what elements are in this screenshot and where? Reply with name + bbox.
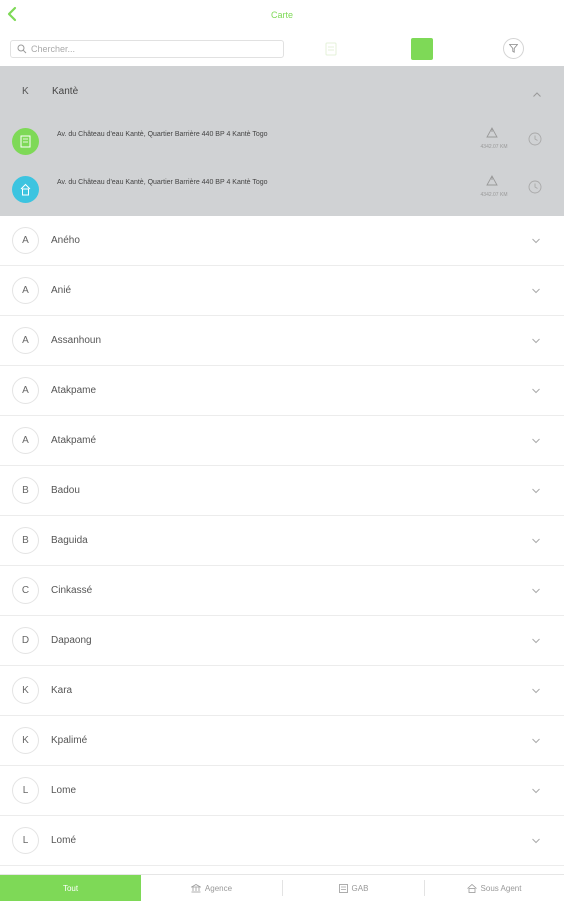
atm-icon	[338, 883, 348, 893]
city-name: Lome	[51, 785, 77, 796]
city-row[interactable]: C Cinkassé	[0, 566, 564, 616]
filter-button[interactable]	[503, 38, 524, 59]
city-name: Kara	[51, 685, 73, 696]
city-letter-badge: B	[12, 527, 39, 554]
tab-label: Tout	[62, 883, 79, 893]
city-row[interactable]: A Atakpamé	[0, 416, 564, 466]
city-row[interactable]: A Anié	[0, 266, 564, 316]
city-list: A Aného A Anié A Assanhoun A Atakpame A …	[0, 216, 564, 866]
house-icon	[466, 883, 477, 893]
city-row[interactable]: A Aného	[0, 216, 564, 266]
chevron-down-icon	[532, 588, 540, 594]
city-name: Baguida	[51, 535, 88, 546]
city-row[interactable]: B Badou	[0, 466, 564, 516]
house-icon	[20, 183, 31, 196]
city-letter-badge: D	[12, 627, 39, 654]
city-row[interactable]: A Atakpame	[0, 366, 564, 416]
city-row[interactable]: L Lome	[0, 766, 564, 816]
tab-gab[interactable]: GAB	[283, 875, 424, 901]
city-letter-badge: A	[12, 327, 39, 354]
chevron-down-icon	[532, 538, 540, 544]
route-icon[interactable]	[484, 174, 500, 193]
clock-icon[interactable]	[528, 132, 542, 151]
chevron-down-icon	[532, 238, 540, 244]
city-row[interactable]: A Assanhoun	[0, 316, 564, 366]
chevron-down-icon	[532, 688, 540, 694]
map-view-button[interactable]	[411, 38, 433, 60]
chevron-up-icon[interactable]	[532, 86, 542, 104]
location-distance: 4342.07 KM	[480, 192, 508, 198]
location-address: Av. du Château d'eau Kantè, Quartier Bar…	[57, 131, 268, 138]
tab-tout[interactable]: Tout	[0, 875, 141, 901]
location-item[interactable]: Av. du Château d'eau Kantè, Quartier Bar…	[0, 170, 564, 210]
header: Carte	[0, 0, 564, 32]
city-letter-badge: L	[12, 777, 39, 804]
city-name: Lomé	[51, 835, 77, 846]
city-letter-badge: K	[12, 727, 39, 754]
location-item[interactable]: Av. du Château d'eau Kantè, Quartier Bar…	[0, 122, 564, 162]
search-input[interactable]	[31, 42, 279, 56]
city-letter-badge: B	[12, 477, 39, 504]
city-name: Anié	[51, 285, 72, 296]
bottom-tab-bar: Tout Agence GAB Sous Agent	[0, 874, 564, 901]
search-box[interactable]	[10, 40, 284, 58]
location-type-badge	[12, 128, 39, 155]
city-letter-badge: K	[12, 677, 39, 704]
chevron-down-icon	[532, 438, 540, 444]
city-name: Atakpame	[51, 385, 97, 396]
clock-icon[interactable]	[528, 180, 542, 199]
city-letter-badge: A	[12, 377, 39, 404]
city-name: Assanhoun	[51, 335, 102, 346]
city-name: Aného	[51, 235, 80, 246]
chevron-down-icon	[532, 288, 540, 294]
group-name: Kantè	[52, 86, 79, 97]
tab-label: GAB	[351, 883, 369, 893]
list-icon	[325, 42, 337, 56]
city-letter-badge: L	[12, 827, 39, 854]
page-title: Carte	[270, 10, 293, 20]
chevron-down-icon	[532, 488, 540, 494]
chevron-down-icon	[532, 338, 540, 344]
group-letter: K	[22, 86, 29, 97]
city-name: Kpalimé	[51, 735, 88, 746]
filter-icon	[509, 44, 518, 53]
tab-agence[interactable]: Agence	[141, 875, 282, 901]
city-name: Badou	[51, 485, 80, 496]
chevron-down-icon	[532, 638, 540, 644]
city-name: Cinkassé	[51, 585, 93, 596]
city-row[interactable]: K Kpalimé	[0, 716, 564, 766]
location-distance: 4342.07 KM	[480, 144, 508, 150]
expanded-group: K Kantè Av. du Château d'eau Kantè, Quar…	[0, 66, 564, 216]
city-letter-badge: C	[12, 577, 39, 604]
bank-icon	[190, 883, 201, 892]
tab-label: Sous Agent	[480, 883, 522, 893]
city-row[interactable]: L Lomé	[0, 816, 564, 866]
search-icon	[17, 44, 27, 54]
tab-label: Agence	[204, 883, 233, 893]
chevron-down-icon	[532, 388, 540, 394]
location-type-badge	[12, 176, 39, 203]
chevron-down-icon	[532, 838, 540, 844]
chevron-down-icon	[532, 788, 540, 794]
city-row[interactable]: D Dapaong	[0, 616, 564, 666]
city-letter-badge: A	[12, 277, 39, 304]
city-name: Atakpamé	[51, 435, 97, 446]
city-letter-badge: A	[12, 227, 39, 254]
tab-sous-agent[interactable]: Sous Agent	[424, 875, 564, 901]
city-letter-badge: A	[12, 427, 39, 454]
route-icon[interactable]	[484, 126, 500, 145]
location-address: Av. du Château d'eau Kantè, Quartier Bar…	[57, 179, 268, 186]
list-view-button[interactable]	[320, 39, 342, 59]
bank-icon	[20, 135, 31, 148]
chevron-down-icon	[532, 738, 540, 744]
city-name: Dapaong	[51, 635, 92, 646]
city-row[interactable]: K Kara	[0, 666, 564, 716]
city-row[interactable]: B Baguida	[0, 516, 564, 566]
